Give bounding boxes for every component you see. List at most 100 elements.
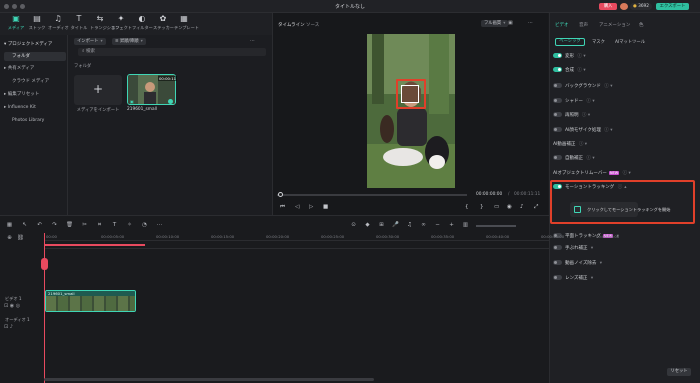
- marker-icon[interactable]: ◆: [364, 222, 371, 229]
- progress-track[interactable]: [277, 194, 467, 196]
- export-button[interactable]: エクスポート: [656, 3, 689, 10]
- import-media-card[interactable]: +: [74, 75, 122, 105]
- toolbar-audio-button[interactable]: ♫ オーディオ: [48, 14, 69, 34]
- sidebar-item-photos-library[interactable]: Photos Library: [4, 116, 66, 125]
- ai-icon[interactable]: ✧: [126, 222, 133, 229]
- tab-timeline[interactable]: タイムライン: [278, 22, 305, 28]
- property-toggle[interactable]: [553, 155, 562, 160]
- subtab-mask[interactable]: マスク: [592, 39, 605, 45]
- property-toggle[interactable]: [553, 53, 562, 58]
- tracking-target-box[interactable]: [401, 85, 419, 103]
- property-row[interactable]: 動画ノイズ除去 ▾: [553, 259, 693, 269]
- property-row[interactable]: 平面トラッキング NEW ▾: [553, 231, 693, 241]
- property-row[interactable]: AI顔モザイク処理 ⓘ ▾: [553, 126, 693, 136]
- progress-handle[interactable]: [278, 192, 283, 197]
- tab-animation[interactable]: アニメーション: [599, 22, 630, 28]
- fullscreen-icon[interactable]: ⤢: [534, 204, 538, 211]
- toolbar-sticker-button[interactable]: ✿ ステッカー: [153, 14, 174, 34]
- magnet-icon[interactable]: ⊙: [350, 222, 357, 229]
- property-toggle[interactable]: [553, 245, 562, 250]
- property-row[interactable]: バックグラウンド ⓘ ▾: [553, 82, 693, 92]
- start-motion-tracking-button[interactable]: クリックしてモーショントラッキングを開始: [570, 202, 670, 217]
- text-icon[interactable]: T: [111, 222, 118, 229]
- tab-color[interactable]: 色: [639, 22, 644, 28]
- property-toggle[interactable]: [553, 127, 562, 132]
- mark-out-icon[interactable]: }: [480, 204, 484, 210]
- volume-icon[interactable]: ♪: [520, 204, 524, 210]
- property-toggle[interactable]: [553, 67, 562, 72]
- sidebar-item-folder[interactable]: フォルダ: [4, 52, 66, 61]
- prev-frame-icon[interactable]: ◁: [295, 204, 299, 210]
- timeline-clip[interactable]: 219601_small: [45, 290, 136, 312]
- zoom-slider[interactable]: [476, 225, 516, 227]
- speed-icon[interactable]: ◔: [141, 222, 148, 229]
- toolbar-transition-button[interactable]: ⇆ トランジション: [90, 14, 119, 34]
- step-back-icon[interactable]: ⏮: [280, 204, 285, 211]
- media-search-input[interactable]: ⌕ 検索: [78, 48, 266, 56]
- link-tracks-icon[interactable]: ⛓: [17, 235, 24, 242]
- more-icon[interactable]: ⋯: [528, 20, 533, 26]
- crop-icon[interactable]: ⌗: [96, 222, 103, 229]
- display-icon[interactable]: ▭: [494, 204, 499, 210]
- tab-source[interactable]: ソース: [306, 22, 319, 28]
- property-row[interactable]: シャドー ⓘ ▾: [553, 97, 693, 107]
- sidebar-item-influence-kit[interactable]: ▸ Influence Kit: [4, 103, 66, 112]
- mic-icon[interactable]: 🎤: [392, 222, 399, 229]
- motion-tracking-row[interactable]: モーショントラッキング ⓘ ▴: [553, 183, 693, 193]
- sort-dropdown[interactable]: ≡ 昇順/降順 ▾: [112, 38, 146, 45]
- cut-icon[interactable]: ✂: [81, 222, 88, 229]
- fit-icon[interactable]: ▥: [462, 222, 469, 229]
- zoom-in-icon[interactable]: +: [448, 222, 455, 229]
- redo-icon[interactable]: ↷: [51, 222, 58, 229]
- property-toggle[interactable]: [553, 83, 562, 88]
- camera-icon[interactable]: ◉: [507, 204, 512, 210]
- subtab-ai-matte[interactable]: AIマットツール: [615, 39, 645, 45]
- toolbar-title-button[interactable]: T タイトル: [69, 14, 89, 34]
- layout-icon[interactable]: ▦: [6, 222, 13, 229]
- property-row[interactable]: 合成 ⓘ ▾: [553, 66, 693, 76]
- toolbar-media-button[interactable]: ▣ メディア: [6, 14, 26, 34]
- playhead-handle[interactable]: [41, 258, 48, 270]
- audio-track-lock-icon[interactable]: ⊡ ♪: [4, 324, 13, 330]
- more-icon[interactable]: ⋯: [156, 222, 163, 229]
- toolbar-filter-button[interactable]: ◐ フィルター: [132, 14, 153, 34]
- motion-tracking-toggle[interactable]: [553, 184, 562, 189]
- mark-in-icon[interactable]: {: [465, 204, 469, 210]
- property-row[interactable]: レンズ補正 ▾: [553, 274, 693, 284]
- snap-icon[interactable]: ⊞: [378, 222, 385, 229]
- toolbar-template-button[interactable]: ▦ テンプレート: [174, 14, 199, 34]
- select-icon[interactable]: ↖: [21, 222, 28, 229]
- undo-icon[interactable]: ↶: [36, 222, 43, 229]
- add-track-icon[interactable]: ⊕: [6, 235, 13, 242]
- audio-mix-icon[interactable]: ♫: [406, 222, 413, 229]
- property-toggle[interactable]: [553, 275, 562, 280]
- sidebar-item-cloud-media[interactable]: クラウド メディア: [4, 77, 66, 86]
- property-row[interactable]: 変形 ⓘ ▾: [553, 52, 693, 62]
- avatar[interactable]: [620, 3, 628, 10]
- snapshot-icon[interactable]: ▣: [508, 20, 513, 26]
- link-icon[interactable]: ∞: [420, 222, 427, 229]
- property-row[interactable]: 手ぶれ補正 ▾: [553, 244, 693, 254]
- sidebar-item-project-media[interactable]: ▾ プロジェクトメディア: [4, 40, 66, 49]
- timeline-scrollbar[interactable]: [44, 378, 374, 381]
- play-icon[interactable]: ▷: [309, 204, 313, 210]
- stop-icon[interactable]: ■: [323, 204, 328, 210]
- reset-button[interactable]: リセット: [667, 368, 691, 376]
- property-row[interactable]: 自動補正 ⓘ ▾: [553, 154, 693, 164]
- sidebar-item-presets[interactable]: ▸ 編集プリセット: [4, 90, 66, 99]
- import-dropdown[interactable]: インポート ▾: [74, 38, 106, 45]
- credits-badge[interactable]: ● 3692: [630, 3, 652, 10]
- subtab-basic[interactable]: ベーシック: [555, 38, 585, 46]
- zoom-out-icon[interactable]: −: [434, 222, 441, 229]
- toolbar-effect-button[interactable]: ✦ エフェクト: [111, 14, 132, 34]
- property-toggle[interactable]: [553, 98, 562, 103]
- sidebar-item-shared-media[interactable]: ▸ 共有メディア: [4, 64, 66, 73]
- delete-icon[interactable]: 🗑: [66, 222, 73, 229]
- quality-dropdown[interactable]: フル画質 ▾: [481, 20, 509, 27]
- property-row[interactable]: 再照明 ⓘ ▾: [553, 111, 693, 121]
- tab-audio[interactable]: 音声: [579, 22, 588, 28]
- property-row[interactable]: AI動画補正 ⓘ ▾: [553, 140, 693, 150]
- toolbar-stock-button[interactable]: ▤ ストック: [27, 14, 47, 34]
- more-options-icon[interactable]: ⋯: [250, 38, 255, 44]
- property-toggle[interactable]: [553, 112, 562, 117]
